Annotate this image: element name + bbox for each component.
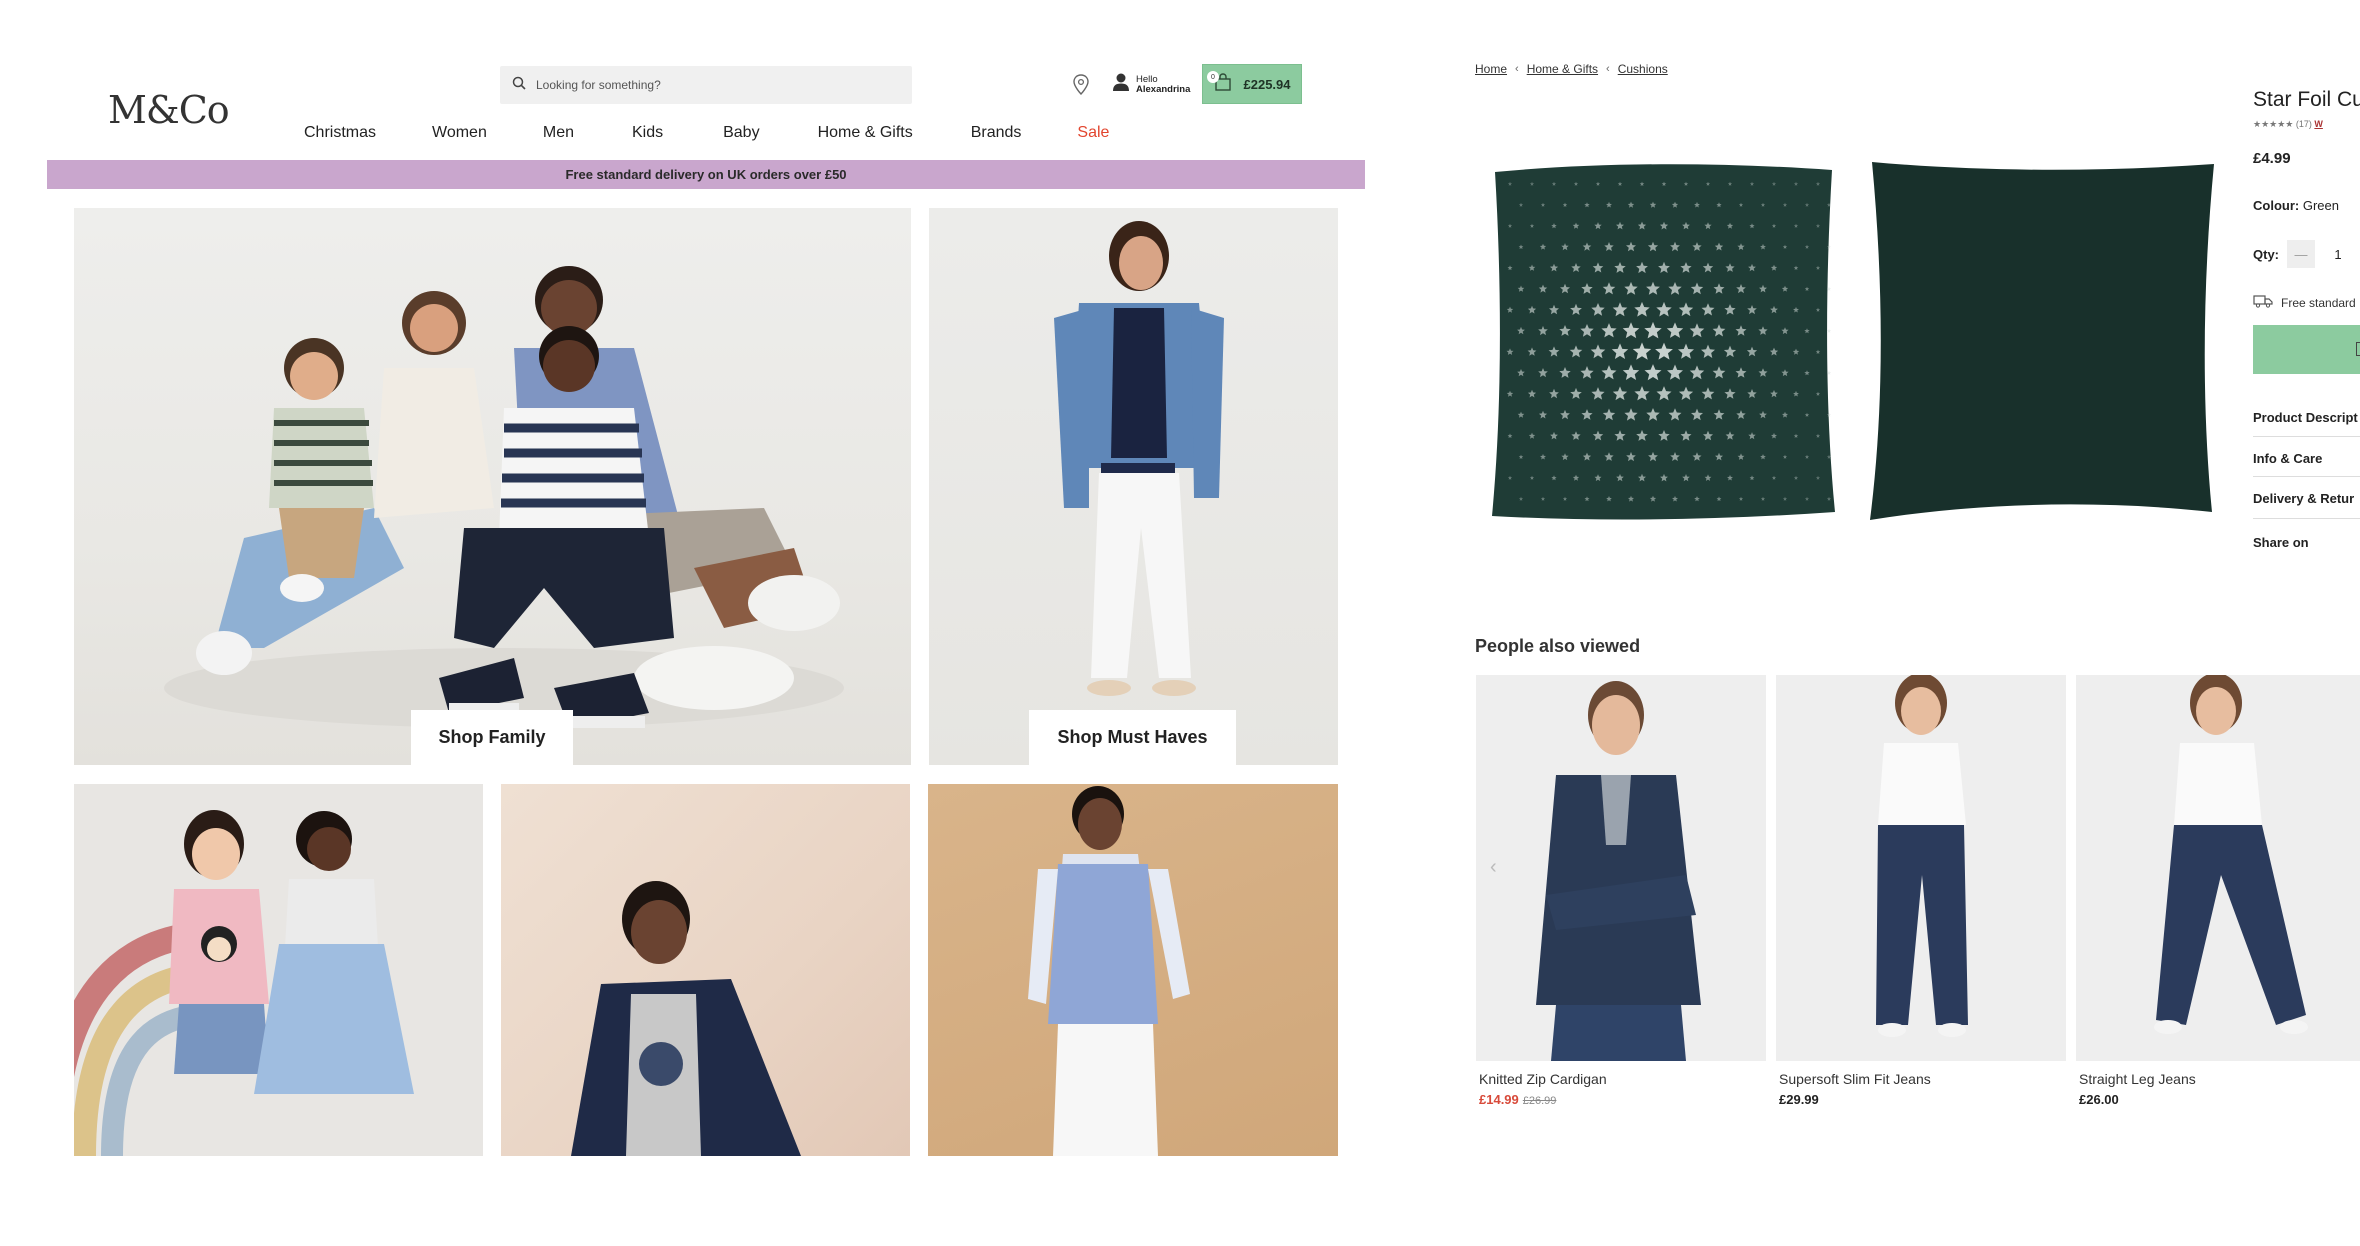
product-title: Star Foil Cu (2253, 88, 2360, 112)
accordion-info-care[interactable]: Info & Care (2253, 451, 2322, 466)
homepage-panel: M&Co Hello Alexandrina 0 £225.94 Christm… (0, 0, 1410, 1246)
product-card-image[interactable] (1476, 675, 1766, 1061)
account-greeting: Hello (1136, 73, 1158, 85)
qty-value[interactable]: 1 (2323, 247, 2353, 262)
product-card-price: £29.99 (1779, 1092, 1819, 1107)
shop-must-haves-button[interactable]: Shop Must Haves (1029, 710, 1236, 765)
divider (2253, 476, 2360, 477)
women-promo-tile[interactable] (928, 784, 1338, 1156)
delivery-text: Free standard (2281, 295, 2356, 310)
product-card-image[interactable] (1776, 675, 2066, 1061)
shop-family-button[interactable]: Shop Family (411, 710, 573, 765)
accordion-product-description[interactable]: Product Descript (2253, 410, 2358, 425)
basket-total: £225.94 (1243, 76, 1291, 92)
family-photo (164, 266, 844, 728)
promo-banner[interactable]: Free standard delivery on UK orders over… (47, 160, 1365, 189)
bag-icon (2356, 342, 2360, 356)
nav-christmas[interactable]: Christmas (304, 124, 376, 142)
breadcrumb: Home ‹ Home & Gifts ‹ Cushions (1475, 62, 1668, 76)
search-bar[interactable] (500, 66, 912, 104)
product-card-image[interactable] (2076, 675, 2360, 1061)
nav-men[interactable]: Men (543, 124, 574, 142)
product-card[interactable]: Knitted Zip Cardigan £14.99 £26.99 (1476, 675, 1766, 1107)
main-navigation: Christmas Women Men Kids Baby Home & Gif… (304, 124, 1109, 142)
man-jacket-photo (571, 881, 801, 1156)
product-page-panel: Home ‹ Home & Gifts ‹ Cushions Star Foil… (1430, 0, 2360, 1246)
must-haves-promo-tile[interactable]: Shop Must Haves (929, 208, 1338, 765)
woman-knit-vest-photo (1028, 786, 1190, 1156)
nav-baby[interactable]: Baby (723, 124, 759, 142)
divider (2253, 436, 2360, 437)
nav-women[interactable]: Women (432, 124, 487, 142)
breadcrumb-cushions[interactable]: Cushions (1618, 62, 1668, 76)
nav-home-gifts[interactable]: Home & Gifts (818, 124, 913, 142)
site-logo[interactable]: M&Co (108, 88, 230, 132)
cushion-star-motif (1826, 328, 1832, 333)
delivery-info: Free standard (2253, 294, 2356, 311)
basket-count-badge: 0 (1207, 71, 1219, 83)
people-also-viewed-title: People also viewed (1475, 636, 1641, 656)
woman-denim-jacket-photo (1054, 221, 1224, 696)
family-promo-tile[interactable]: Shop Family (74, 208, 911, 765)
product-title-text: Star Foil Cu (2253, 88, 2360, 111)
search-input[interactable] (536, 78, 876, 92)
write-review-link[interactable]: W (2314, 119, 2323, 129)
rating-stars[interactable]: ★★★★★ (17) W (2253, 119, 2323, 130)
search-icon (512, 76, 526, 95)
sale-price: £14.99 (1479, 1092, 1519, 1107)
product-card-price: £14.99 £26.99 (1476, 1092, 1766, 1107)
was-price: £26.99 (1522, 1095, 1557, 1107)
breadcrumb-home[interactable]: Home (1475, 62, 1507, 76)
men-promo-tile[interactable] (501, 784, 910, 1156)
chevron-left-icon: ‹ (1606, 63, 1610, 75)
product-card-name[interactable]: Supersoft Slim Fit Jeans (1776, 1071, 2066, 1087)
star-icons: ★★★★★ (2253, 119, 2294, 129)
account-name: Alexandrina (1136, 83, 1191, 95)
quantity-stepper: Qty: — 1 (2253, 240, 2353, 268)
nav-sale[interactable]: Sale (1077, 124, 1109, 142)
colour-label: Colour: (2253, 198, 2300, 213)
kids-promo-tile[interactable] (74, 784, 483, 1156)
colour-value: Green (2302, 198, 2339, 213)
delivery-truck-icon (2253, 294, 2273, 311)
accordion-delivery-returns[interactable]: Delivery & Retur (2253, 491, 2354, 506)
product-card-name[interactable]: Knitted Zip Cardigan (1476, 1071, 1766, 1087)
add-to-basket-button[interactable] (2253, 325, 2360, 374)
product-card[interactable]: Supersoft Slim Fit Jeans £29.99 (1776, 675, 2066, 1107)
nav-brands[interactable]: Brands (971, 124, 1022, 142)
product-card-name[interactable]: Straight Leg Jeans (2076, 1071, 2360, 1087)
carousel-prev-arrow-icon[interactable]: ‹ (1490, 856, 1497, 879)
qty-decrease-button[interactable]: — (2287, 240, 2315, 268)
cushion-star-motif (1826, 370, 1832, 375)
product-card-price: £26.00 (2079, 1092, 2119, 1107)
store-locator-icon[interactable] (1072, 74, 1090, 101)
product-price: £4.99 (2253, 150, 2291, 167)
cushion-star-motif (1826, 286, 1832, 291)
divider (2253, 518, 2360, 519)
rating-count: (17) (2295, 119, 2312, 129)
basket-button[interactable]: 0 £225.94 (1202, 64, 1302, 104)
colour-selector: Colour: Green (2253, 198, 2339, 213)
kids-photo (74, 810, 414, 1156)
breadcrumb-home-gifts[interactable]: Home & Gifts (1527, 62, 1598, 76)
share-on-label: Share on (2253, 535, 2309, 550)
user-icon (1112, 72, 1130, 97)
product-image-front[interactable] (1480, 150, 1840, 530)
chevron-left-icon: ‹ (1515, 63, 1519, 75)
qty-label: Qty: (2253, 246, 2279, 262)
product-image-back[interactable] (1862, 150, 2222, 530)
account-button[interactable]: Hello Alexandrina (1112, 72, 1190, 97)
product-card[interactable]: Straight Leg Jeans £26.00 (2076, 675, 2360, 1107)
nav-kids[interactable]: Kids (632, 124, 663, 142)
